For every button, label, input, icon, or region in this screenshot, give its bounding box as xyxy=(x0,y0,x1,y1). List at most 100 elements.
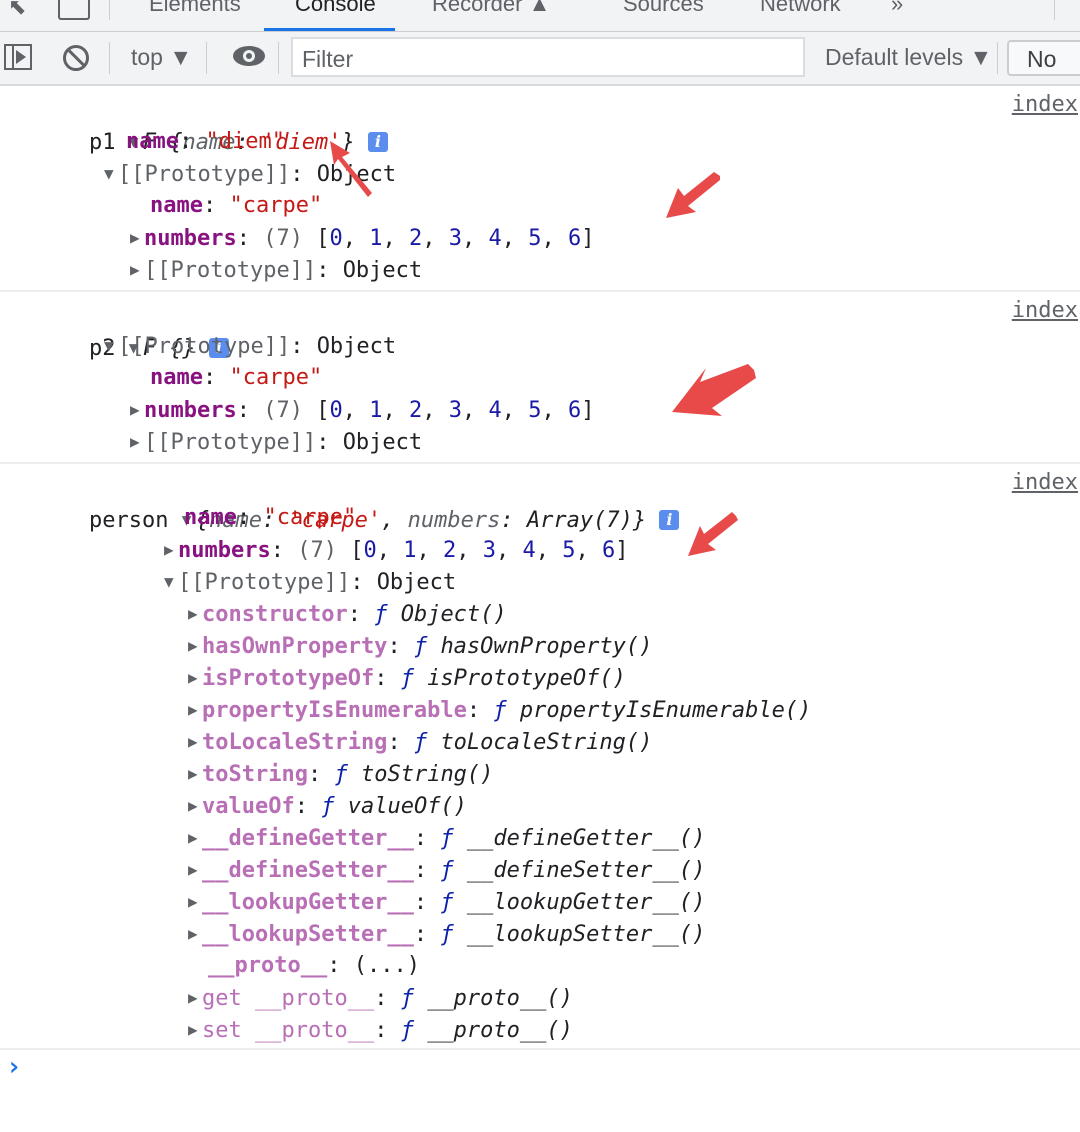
prototype-member-row[interactable]: ▶ __lookupGetter__: ƒ __lookupGetter__() xyxy=(188,886,705,918)
log-levels-dropdown[interactable]: Default levels ▼ xyxy=(825,44,992,71)
console-prompt-icon[interactable]: › xyxy=(6,1052,22,1082)
function-name: toString() xyxy=(360,762,494,787)
function-name: valueOf() xyxy=(347,794,467,819)
log-header[interactable]: p2 ▼ F {} i xyxy=(36,300,229,361)
prototype-member-row[interactable]: ▶ toLocaleString: ƒ toLocaleString() xyxy=(188,726,652,758)
collapse-triangle-icon[interactable]: ▶ xyxy=(164,534,178,566)
prototype-member-row[interactable]: ▶ __defineGetter__: ƒ __defineGetter__() xyxy=(188,822,705,854)
active-tab-indicator xyxy=(264,28,395,31)
array-item: 3 xyxy=(482,538,496,563)
source-link[interactable]: index xyxy=(1012,470,1078,495)
numbers-row[interactable]: ▶ numbers: (7) [0, 1, 2, 3, 4, 5, 6] xyxy=(130,394,594,426)
property-value[interactable]: (...) xyxy=(354,953,420,978)
prototype-row[interactable]: ▶ [[Prototype]]: Object xyxy=(130,426,422,458)
console-toolbar: top ▼ Filter Default levels ▼ No xyxy=(0,32,1080,86)
live-expression-eye-icon[interactable] xyxy=(233,46,265,66)
filter-input[interactable]: Filter xyxy=(291,37,805,77)
function-icon: ƒ xyxy=(374,602,388,627)
property-key: propertyIsEnumerable xyxy=(202,698,467,723)
collapse-triangle-icon[interactable]: ▶ xyxy=(130,394,144,426)
collapse-triangle-icon[interactable]: ▶ xyxy=(188,1014,202,1046)
property-key: name xyxy=(184,505,237,530)
property-value: Object xyxy=(316,334,397,359)
show-sidebar-icon[interactable] xyxy=(4,44,32,70)
prototype-row[interactable]: ▼[[Prototype]]: Object xyxy=(104,330,396,362)
prototype-row[interactable]: ▼[[Prototype]]: Object xyxy=(164,566,456,598)
collapse-triangle-icon[interactable]: ▶ xyxy=(188,886,202,918)
array-item: 6 xyxy=(601,538,616,563)
getter-row[interactable]: ▶ get __proto__: ƒ __proto__() xyxy=(188,982,573,1014)
property-value: "carpe" xyxy=(229,193,323,218)
prototype-member-row[interactable]: ▶ __defineSetter__: ƒ __defineSetter__() xyxy=(188,854,705,886)
property-key: get __proto__ xyxy=(202,986,375,1011)
collapse-triangle-icon[interactable]: ▶ xyxy=(130,426,144,458)
more-tabs-icon[interactable]: » xyxy=(891,0,903,17)
collapse-triangle-icon[interactable]: ▶ xyxy=(188,982,202,1014)
expand-triangle-icon[interactable]: ▼ xyxy=(164,566,178,598)
divider xyxy=(109,0,110,20)
tab-console[interactable]: Console xyxy=(295,0,376,17)
prototype-member-row[interactable]: ▶ hasOwnProperty: ƒ hasOwnProperty() xyxy=(188,630,652,662)
collapse-triangle-icon[interactable]: ▶ xyxy=(188,726,202,758)
inspect-element-icon[interactable]: ⬉ xyxy=(8,0,26,20)
prototype-member-row[interactable]: ▶ valueOf: ƒ valueOf() xyxy=(188,790,467,822)
info-icon[interactable]: i xyxy=(659,510,680,530)
divider xyxy=(206,42,207,74)
collapse-triangle-icon[interactable]: ▶ xyxy=(188,758,202,790)
array-item: 3 xyxy=(448,398,462,423)
context-selector[interactable]: top ▼ xyxy=(131,44,192,71)
source-link[interactable]: index xyxy=(1012,298,1078,323)
setter-row[interactable]: ▶ set __proto__: ƒ __proto__() xyxy=(188,1014,573,1046)
collapse-triangle-icon[interactable]: ▶ xyxy=(188,662,202,694)
collapse-triangle-icon[interactable]: ▶ xyxy=(188,790,202,822)
prototype-member-row[interactable]: ▶ constructor: ƒ Object() xyxy=(188,598,507,630)
numbers-row[interactable]: ▶ numbers: (7) [0, 1, 2, 3, 4, 5, 6] xyxy=(130,222,594,254)
property-key: toLocaleString xyxy=(202,730,388,755)
collapse-triangle-icon[interactable]: ▶ xyxy=(188,598,202,630)
property-value: "carpe" xyxy=(263,505,357,530)
tab-sources[interactable]: Sources xyxy=(623,0,704,17)
property-key: [[Prototype]] xyxy=(144,258,317,283)
function-icon: ƒ xyxy=(400,666,414,691)
prototype-member-row[interactable]: ▶ isPrototypeOf: ƒ isPrototypeOf() xyxy=(188,662,626,694)
expand-triangle-icon[interactable]: ▼ xyxy=(104,330,118,362)
prototype-member-row[interactable]: ▶ propertyIsEnumerable: ƒ propertyIsEnume… xyxy=(188,694,811,726)
collapse-triangle-icon[interactable]: ▶ xyxy=(188,854,202,886)
collapse-triangle-icon[interactable]: ▶ xyxy=(188,918,202,950)
device-toolbar-icon[interactable] xyxy=(58,0,90,20)
function-name: __proto__() xyxy=(427,986,573,1011)
expand-triangle-icon[interactable]: ▼ xyxy=(104,158,118,190)
devtools-tab-bar: ⬉ Elements Console Recorder ▲ Sources Ne… xyxy=(0,0,1080,32)
clear-console-icon[interactable] xyxy=(63,45,89,71)
property-key: [[Prototype]] xyxy=(144,430,317,455)
function-name: hasOwnProperty() xyxy=(440,634,653,659)
collapse-triangle-icon[interactable]: ▶ xyxy=(188,694,202,726)
array-item: 3 xyxy=(448,226,462,251)
array-item: 4 xyxy=(488,226,502,251)
property-key: hasOwnProperty xyxy=(202,634,388,659)
property-key: name xyxy=(126,129,179,154)
issues-button[interactable]: No xyxy=(1007,40,1080,76)
tab-elements[interactable]: Elements xyxy=(149,0,241,17)
annotation-arrow xyxy=(666,172,720,218)
tab-network[interactable]: Network xyxy=(760,0,841,17)
collapse-triangle-icon[interactable]: ▶ xyxy=(130,222,144,254)
prototype-member-row[interactable]: ▶ __lookupSetter__: ƒ __lookupSetter__() xyxy=(188,918,705,950)
log-header[interactable]: person ▼ {name: 'carpe', numbers: Array(7… xyxy=(36,472,680,533)
property-row: name: "carpe" xyxy=(150,193,323,218)
prototype-member-row[interactable]: ▶ toString: ƒ toString() xyxy=(188,758,493,790)
console-message-p2: index p2 ▼ F {} i ▼ [[Prototype]]: Object … xyxy=(0,292,1080,464)
property-key: toString xyxy=(202,762,308,787)
collapse-triangle-icon[interactable]: ▶ xyxy=(130,254,144,286)
array-item: 5 xyxy=(528,226,542,251)
summary-value: Array(7) xyxy=(526,508,633,533)
function-name: __defineGetter__() xyxy=(466,826,706,851)
collapse-triangle-icon[interactable]: ▶ xyxy=(188,822,202,854)
source-link[interactable]: index xyxy=(1012,92,1078,117)
collapse-triangle-icon[interactable]: ▶ xyxy=(188,630,202,662)
prototype-row[interactable]: ▶ [[Prototype]]: Object xyxy=(130,254,422,286)
array-item: 0 xyxy=(363,538,377,563)
numbers-row[interactable]: ▶ numbers: (7) [0, 1, 2, 3, 4, 5, 6] xyxy=(164,534,628,566)
tab-recorder[interactable]: Recorder ▲ xyxy=(432,0,550,17)
log-header[interactable]: p1 ▼ F {name: 'diem'} i xyxy=(36,94,388,155)
